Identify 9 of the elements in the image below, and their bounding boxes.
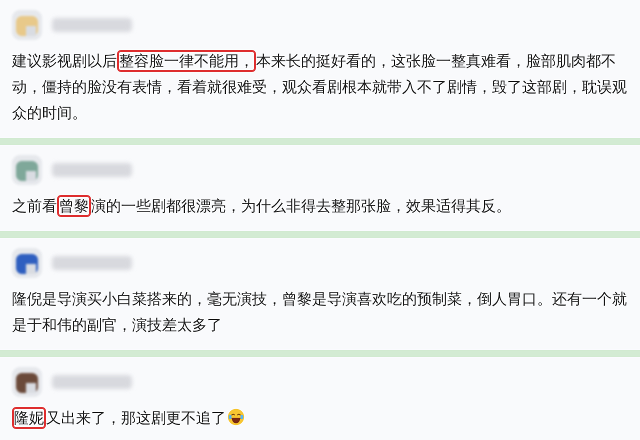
blurred-avatar-icon (12, 10, 42, 40)
blurred-avatar-icon (12, 155, 42, 185)
blurred-avatar-icon (12, 248, 42, 278)
comment-text: 隆倪是导演买小白菜搭来的，毫无演技，曾黎是导演喜欢吃的预制菜，倒人胃口。还有一个就是于和伟的副官，演技差太多了 (12, 289, 628, 336)
comment-text: 之前看 曾黎演的一些剧都很漂亮，为什么非得去整那张脸，效果适得其反。 (12, 196, 512, 217)
comment-text: 建议影视剧以后整容脸一律不能用，本来长的挺好看的，这张脸一整真难看，脸部肌肉都不动，僵持的脸没有表情，看着就很难受，观众看剧根本就带入不了剧情，毁了这部剧，耽误观众的时间。 (12, 51, 628, 124)
comment-text: 隆妮又出来了，那这剧更不追了 (12, 405, 632, 431)
blurred-avatar-icon (12, 367, 42, 397)
laughing-emoji-icon (227, 408, 245, 426)
